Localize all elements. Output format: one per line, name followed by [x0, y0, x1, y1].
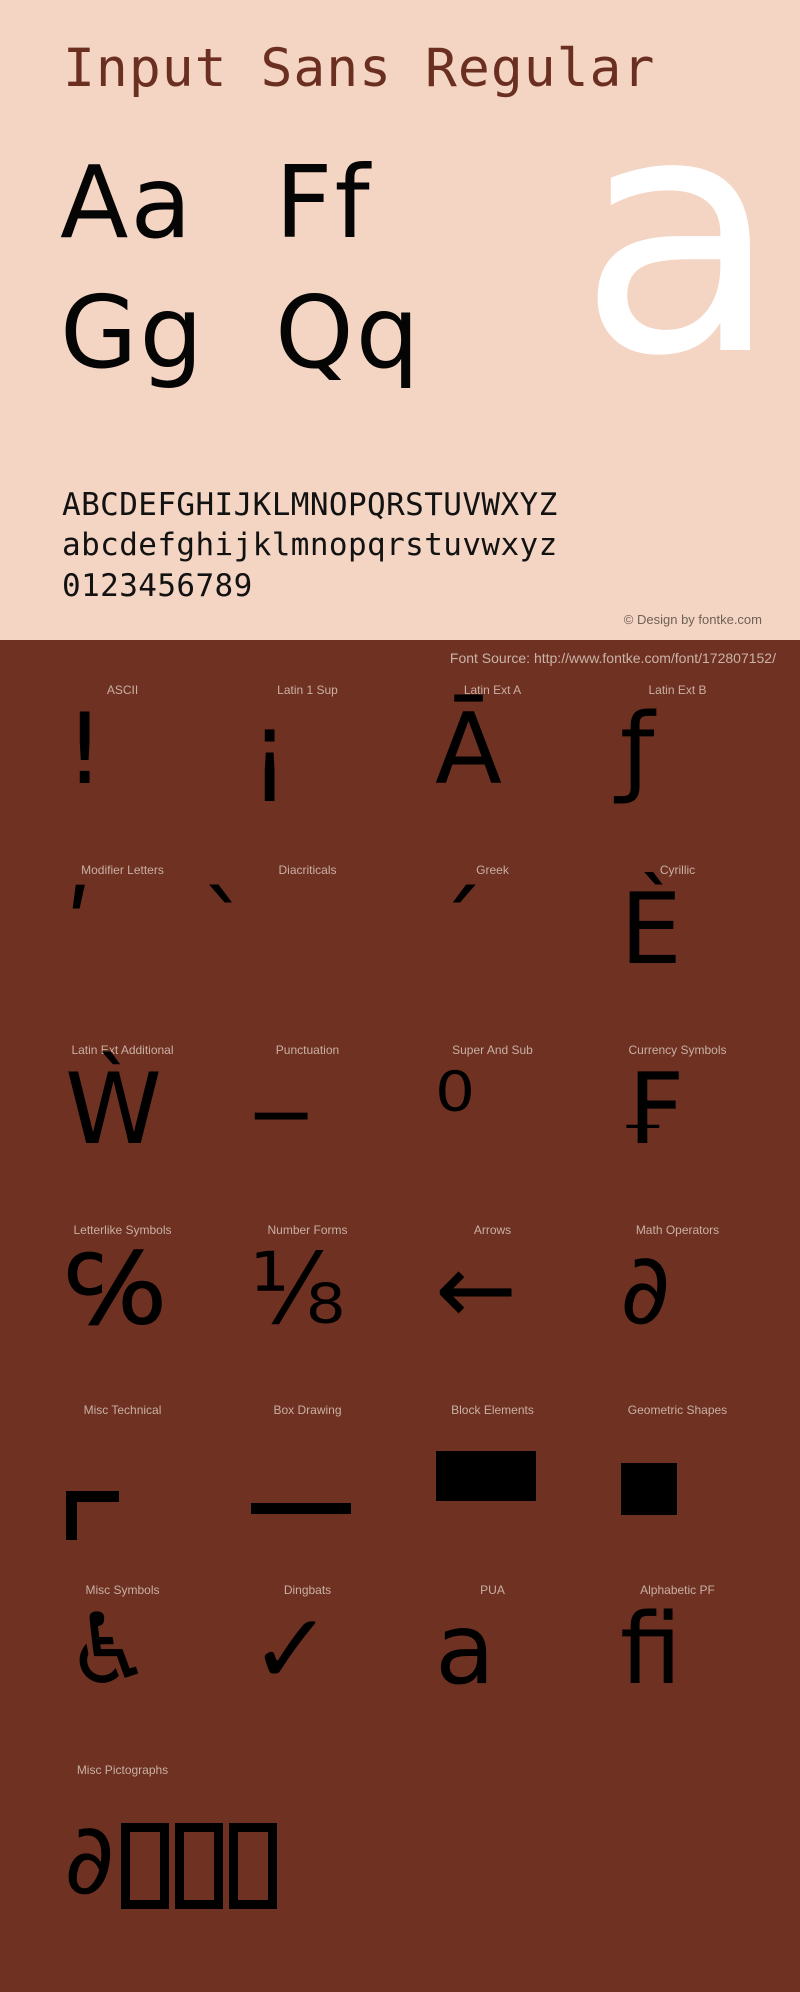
unicode-block-diacriticals[interactable]: Diacriticals ̀: [215, 863, 400, 1043]
letter-pair-grid: Aa Ff Gg Qq: [60, 150, 490, 410]
unicode-block-latin-ext-a[interactable]: Latin Ext A Ā: [400, 683, 585, 863]
unicode-block-glyph: ∂: [620, 1233, 671, 1347]
unicode-block-label: Latin 1 Sup: [277, 683, 338, 697]
unicode-block-glyph: ⅛: [250, 1233, 345, 1347]
misc-pictographs-glyph-row: ∂: [64, 1811, 277, 1909]
unicode-block-misc-technical[interactable]: Misc Technical: [30, 1403, 215, 1583]
unicode-block-row: Modifier Letters ʹ Diacriticals ̀ Greek …: [0, 863, 800, 1043]
unicode-block-glyph: ¡: [250, 693, 290, 807]
alphabet-digits: 0123456789: [62, 567, 253, 604]
missing-glyph-box-icon: [228, 1823, 277, 1909]
unicode-block-row: Latin Ext Additional Ẁ Punctuation ‒ Sup…: [0, 1043, 800, 1223]
letter-pair-Qq: Qq: [275, 274, 422, 391]
unicode-block-row: Misc Technical Box Drawing Block Element…: [0, 1403, 800, 1583]
unicode-block-glyph: ƒ: [620, 693, 655, 807]
unicode-blocks-panel: Font Source: http://www.fontke.com/font/…: [0, 640, 800, 1992]
unicode-block-label: Misc Pictographs: [76, 1763, 169, 1777]
watermark-glyph: a: [577, 44, 780, 428]
unicode-block-box-drawing[interactable]: Box Drawing: [215, 1403, 400, 1583]
unicode-block-dingbats[interactable]: Dingbats ✓: [215, 1583, 400, 1763]
unicode-block-row: Misc Pictographs ∂: [0, 1763, 800, 1992]
letter-pair-Ff: Ff: [275, 144, 372, 261]
unicode-block-number-forms[interactable]: Number Forms ⅛: [215, 1223, 400, 1403]
unicode-block-label: Diacriticals: [278, 863, 337, 877]
alphabet-lowercase: abcdefghijklmnopqrstuvwxyz: [62, 527, 558, 564]
unicode-block-glyph: Ẁ: [65, 1053, 162, 1167]
unicode-block-label: ASCII: [106, 683, 139, 697]
font-title: Input Sans Regular: [63, 38, 656, 99]
unicode-block-label: Box Drawing: [273, 1403, 342, 1417]
unicode-block-glyph: a: [435, 1593, 496, 1707]
unicode-block-super-and-sub[interactable]: Super And Sub ⁰: [400, 1043, 585, 1223]
unicode-block-latin-1-sup[interactable]: Latin 1 Sup ¡: [215, 683, 400, 863]
unicode-block-row: ASCII ! Latin 1 Sup ¡ Latin Ext A Ā Lati…: [0, 683, 800, 863]
alphabet-block: ABCDEFGHIJKLMNOPQRSTUVWXYZ abcdefghijklm…: [62, 485, 558, 606]
unicode-block-misc-symbols[interactable]: Misc Symbols ♿: [30, 1583, 215, 1763]
unicode-block-label: Math Operators: [635, 1223, 720, 1237]
unicode-block-punctuation[interactable]: Punctuation ‒: [215, 1043, 400, 1223]
unicode-block-glyph: ←: [435, 1233, 518, 1347]
unicode-block-label: Greek: [476, 863, 509, 877]
unicode-block-misc-pictographs[interactable]: Misc Pictographs ∂: [30, 1763, 277, 1992]
unicode-block-grid: ASCII ! Latin 1 Sup ¡ Latin Ext A Ā Lati…: [0, 683, 800, 1992]
unicode-block-glyph: ⁰: [435, 1053, 475, 1167]
unicode-block-glyph: ‒: [250, 1053, 313, 1167]
missing-glyph-box-icon: [174, 1823, 223, 1909]
specimen-preview-panel: a Input Sans Regular Aa Ff Gg Qq ABCDEFG…: [0, 0, 800, 640]
unicode-block-latin-ext-additional[interactable]: Latin Ext Additional Ẁ: [30, 1043, 215, 1223]
unicode-block-latin-ext-b[interactable]: Latin Ext B ƒ: [585, 683, 770, 863]
unicode-block-label: Misc Technical: [83, 1403, 162, 1417]
unicode-block-glyph: ℅: [65, 1233, 165, 1347]
unicode-block-glyph: ﬁ: [620, 1593, 682, 1707]
unicode-block-cyrillic[interactable]: Cyrillic Ѐ: [585, 863, 770, 1043]
letter-pair-row: Aa Ff: [60, 150, 490, 280]
unicode-block-label: Modifier Letters: [81, 863, 164, 877]
unicode-block-label: Block Elements: [451, 1403, 534, 1417]
unicode-block-glyph: ♿: [65, 1593, 153, 1707]
unicode-block-geometric-shapes[interactable]: Geometric Shapes: [585, 1403, 770, 1583]
unicode-block-letterlike-symbols[interactable]: Letterlike Symbols ℅: [30, 1223, 215, 1403]
block-element-filled-icon: [436, 1451, 536, 1501]
letter-pair-Aa: Aa: [60, 144, 194, 261]
unicode-block-math-operators[interactable]: Math Operators ∂: [585, 1223, 770, 1403]
unicode-block-glyph: Ѐ: [620, 873, 682, 987]
unicode-block-glyph: ΄: [435, 873, 484, 987]
unicode-block-alphabetic-pf[interactable]: Alphabetic PF ﬁ: [585, 1583, 770, 1763]
font-source-link[interactable]: Font Source: http://www.fontke.com/font/…: [450, 650, 776, 666]
design-credit: © Design by fontke.com: [623, 612, 762, 627]
unicode-block-label: Latin Ext B: [648, 683, 707, 697]
letter-pair-Gg: Gg: [60, 274, 205, 391]
unicode-block-currency-symbols[interactable]: Currency Symbols ₣: [585, 1043, 770, 1223]
unicode-block-glyph: !: [65, 693, 105, 807]
font-specimen-page: a Input Sans Regular Aa Ff Gg Qq ABCDEFG…: [0, 0, 800, 1992]
unicode-block-pua[interactable]: PUA a: [400, 1583, 585, 1763]
unicode-block-glyph: ₣: [620, 1053, 683, 1167]
unicode-block-row: Misc Symbols ♿ Dingbats ✓ PUA a Alphabet…: [0, 1583, 800, 1763]
box-drawing-line-icon: [251, 1503, 351, 1514]
geometric-shape-rectangle-icon: [621, 1463, 677, 1515]
misc-technical-corner-icon: [66, 1491, 119, 1540]
letter-pair-row: Gg Qq: [60, 280, 490, 410]
unicode-block-block-elements[interactable]: Block Elements: [400, 1403, 585, 1583]
unicode-block-row: Letterlike Symbols ℅ Number Forms ⅛ Arro…: [0, 1223, 800, 1403]
unicode-block-greek[interactable]: Greek ΄: [400, 863, 585, 1043]
unicode-block-glyph: Ā: [435, 693, 503, 807]
unicode-block-modifier-letters[interactable]: Modifier Letters ʹ: [30, 863, 215, 1043]
unicode-block-arrows[interactable]: Arrows ←: [400, 1223, 585, 1403]
unicode-block-glyph: ʹ: [65, 873, 93, 987]
unicode-block-ascii[interactable]: ASCII !: [30, 683, 215, 863]
unicode-block-glyph: ✓: [250, 1593, 333, 1707]
missing-glyph-box-icon: [120, 1823, 169, 1909]
unicode-block-glyph: ∂: [64, 1803, 115, 1917]
unicode-block-label: Super And Sub: [452, 1043, 533, 1057]
unicode-block-label: Geometric Shapes: [627, 1403, 728, 1417]
alphabet-uppercase: ABCDEFGHIJKLMNOPQRSTUVWXYZ: [62, 487, 558, 523]
